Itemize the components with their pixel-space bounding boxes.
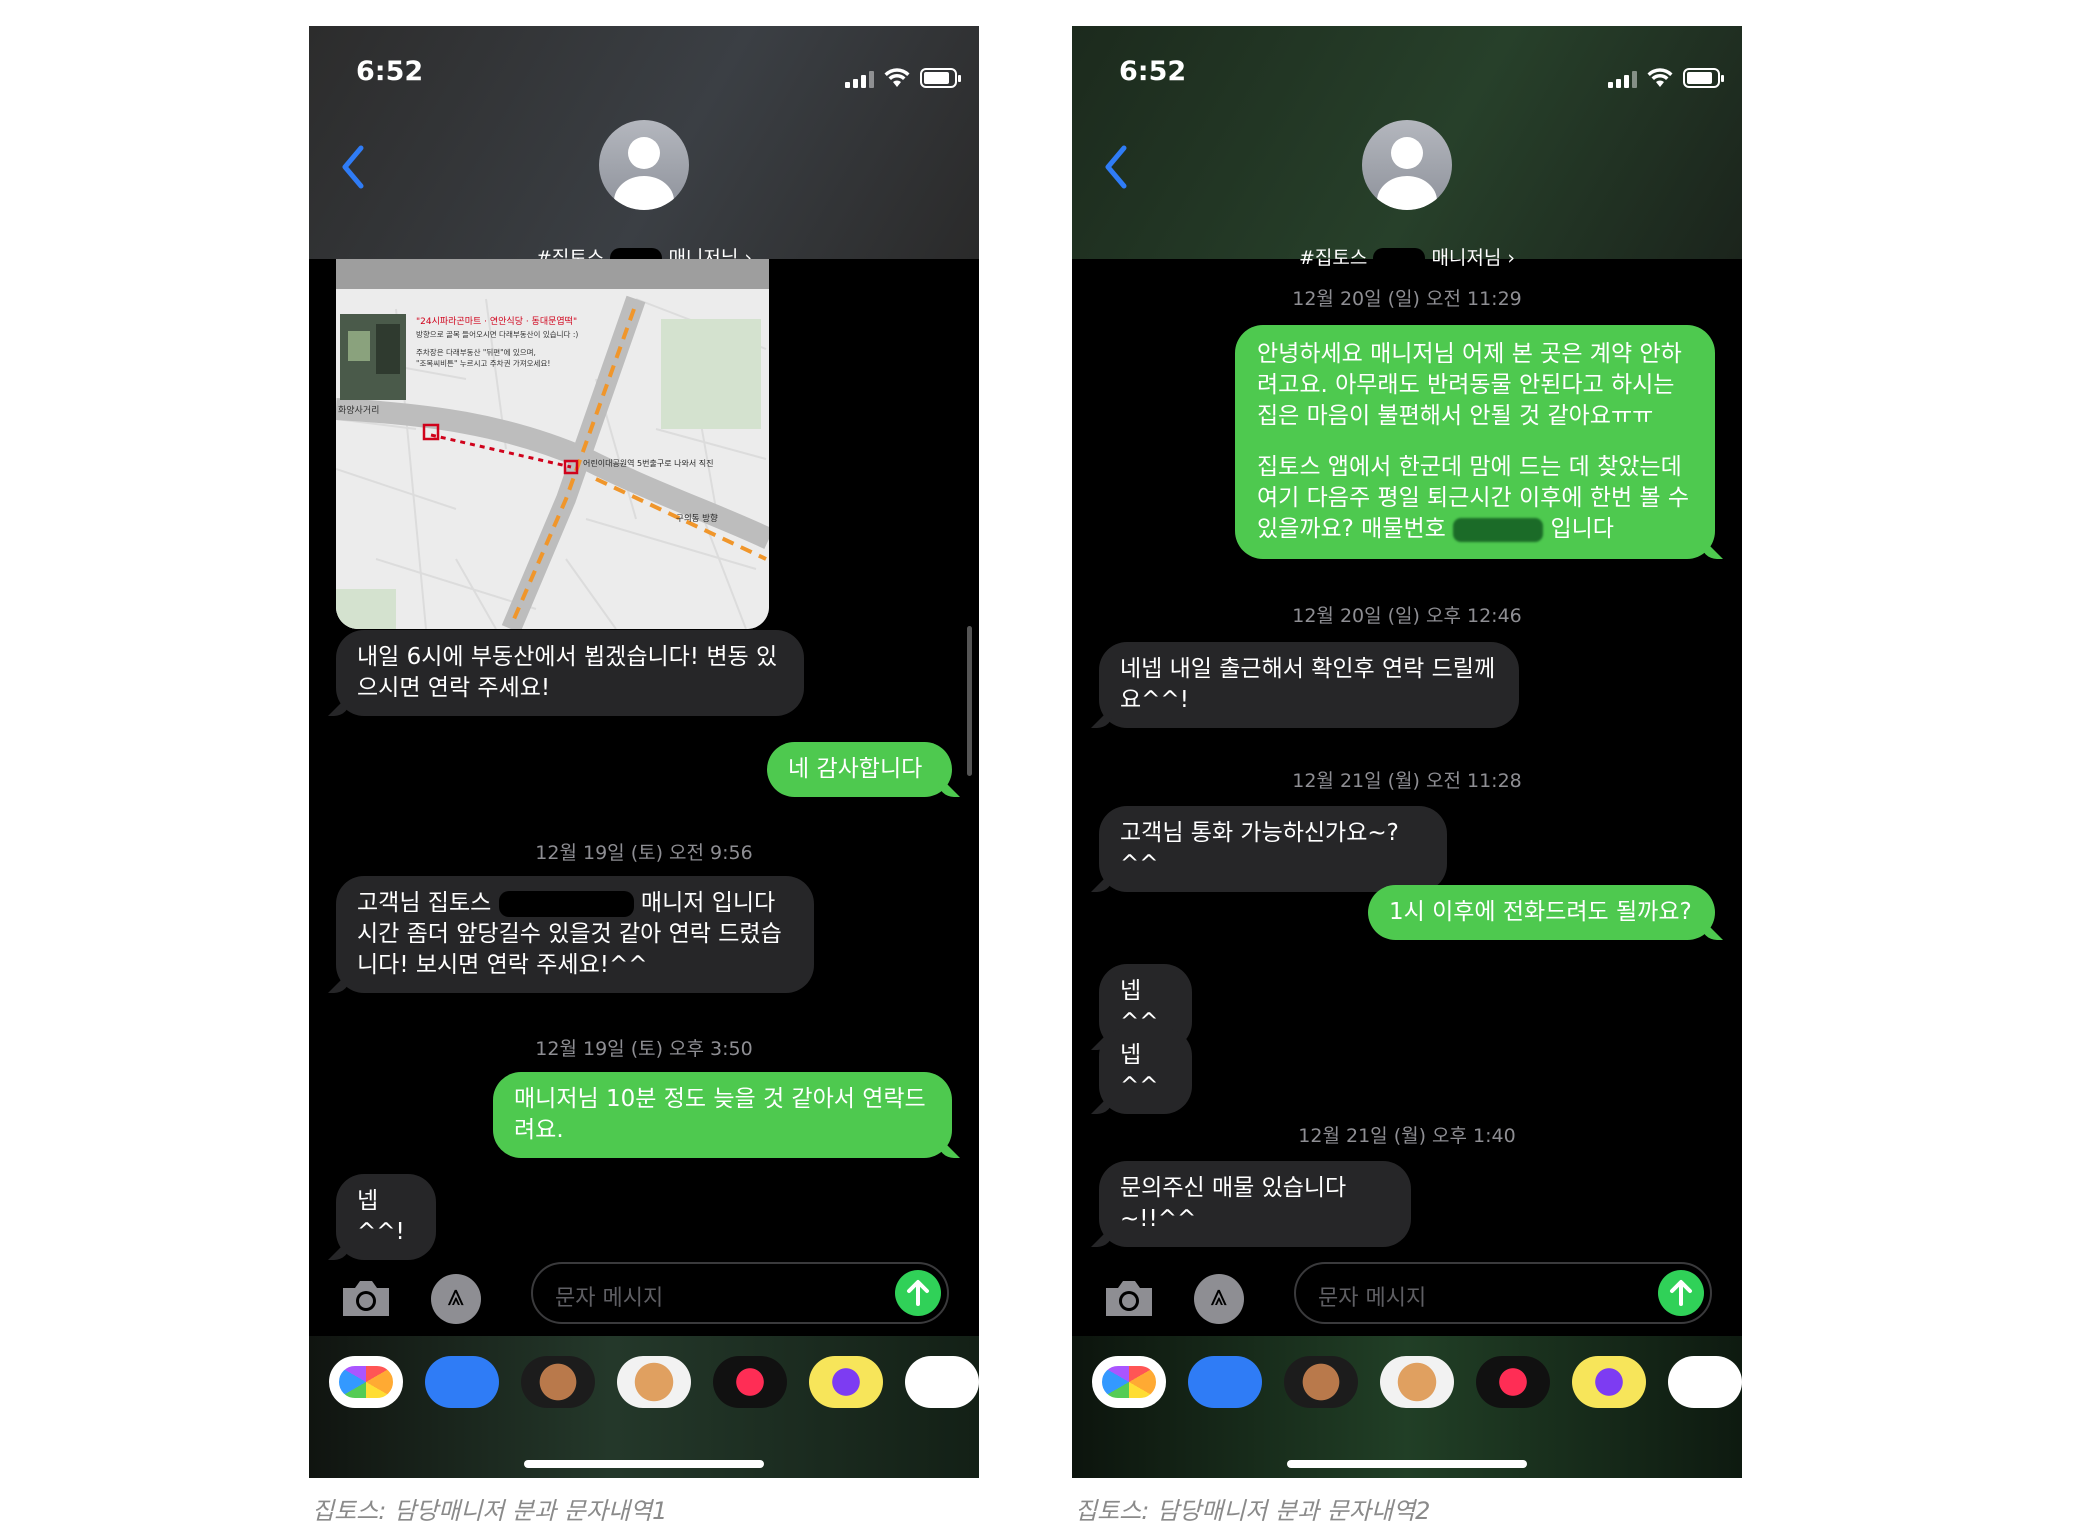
app-store-icon[interactable]: ⩓ bbox=[1194, 1274, 1244, 1324]
wifi-icon bbox=[1647, 68, 1673, 87]
map-label-parking2: "조목씨비튼" 누르시고 주차권 가져오세요! bbox=[416, 359, 550, 368]
redacted-name bbox=[498, 890, 634, 917]
memoji-stickers-icon[interactable] bbox=[617, 1356, 691, 1408]
scrollbar[interactable] bbox=[967, 626, 972, 776]
caption-1: 집토스: 담당매니저 분과 문자내역1 bbox=[312, 1497, 668, 1524]
map-label-store: "24시파라곤마트 · 연안식당 · 동대문엽떡" bbox=[416, 316, 577, 327]
message-text: 안녕하세요 매니저님 어제 본 곳은 계약 안하려고요. 아무래도 반려동물 안… bbox=[1257, 341, 1682, 429]
contact-name-suffix: 매니저님 › bbox=[1431, 247, 1516, 269]
map-image-attachment[interactable]: "24시파라곤마트 · 연안식당 · 동대문엽떡" 방향으로 골목 들어오시면 … bbox=[336, 259, 769, 629]
wifi-icon bbox=[884, 68, 910, 87]
send-arrow-icon[interactable] bbox=[1658, 1270, 1704, 1316]
timestamp: 12월 19일 (토) 오후 3:50 bbox=[535, 1038, 753, 1060]
outgoing-message[interactable]: 안녕하세요 매니저님 어제 본 곳은 계약 안하려고요. 아무래도 반려동물 안… bbox=[1235, 325, 1715, 559]
cellular-signal-icon bbox=[845, 70, 874, 88]
message-input[interactable]: 문자 메시지 bbox=[531, 1262, 949, 1324]
incoming-message[interactable]: 넵^^ bbox=[1099, 1028, 1192, 1114]
message-text: 입니다 bbox=[1550, 516, 1614, 542]
back-chevron-icon[interactable] bbox=[335, 142, 375, 192]
compose-bar: ⩓ 문자 메시지 bbox=[1072, 1254, 1742, 1330]
digital-touch-icon[interactable] bbox=[713, 1356, 787, 1408]
outgoing-message[interactable]: 네 감사합니다 bbox=[767, 742, 952, 797]
contact-avatar[interactable] bbox=[599, 120, 689, 210]
map-label-station-exit: 어린이대공원역 5번출구로 나와서 직진 bbox=[583, 458, 713, 468]
battery-icon bbox=[920, 68, 961, 88]
conversation-header: 6:52 #집토스 매니저님 › bbox=[1072, 26, 1742, 270]
outgoing-message[interactable]: 1시 이후에 전화드려도 될까요? bbox=[1368, 885, 1715, 940]
app-store-icon[interactable] bbox=[1188, 1356, 1262, 1408]
camera-icon[interactable] bbox=[1102, 1278, 1156, 1318]
map-label-direction: 구의동 방향 bbox=[676, 513, 718, 524]
timestamp: 12월 20일 (일) 오후 12:46 bbox=[1292, 605, 1522, 627]
outgoing-message[interactable]: 매니저님 10분 정도 늦을 것 같아서 연락드려요. bbox=[493, 1072, 952, 1158]
incoming-message[interactable]: 문의주신 매물 있습니다~!!^^ bbox=[1099, 1161, 1411, 1247]
status-icons bbox=[845, 64, 961, 88]
message-text: 시간 좀더 앞당길수 있을것 같아 연락 드렸습니다! 보시면 연락 주세요!^… bbox=[357, 921, 782, 978]
redacted-listing-number bbox=[1453, 517, 1544, 542]
redacted-name bbox=[1373, 247, 1426, 270]
digital-touch-icon[interactable] bbox=[1476, 1356, 1550, 1408]
timestamp: 12월 21일 (월) 오전 11:28 bbox=[1292, 770, 1522, 792]
battery-icon bbox=[1683, 68, 1724, 88]
send-arrow-icon[interactable] bbox=[895, 1270, 941, 1316]
map-label-parking1: 주차장은 다래부동산 "뒤편"에 있으며, bbox=[416, 347, 536, 357]
status-time: 6:52 bbox=[1119, 56, 1187, 87]
status-icons bbox=[1608, 64, 1724, 88]
camera-icon[interactable] bbox=[339, 1278, 393, 1318]
contact-name-prefix: #집토스 bbox=[1298, 247, 1368, 269]
home-indicator[interactable] bbox=[1287, 1460, 1527, 1468]
imessage-app-drawer bbox=[309, 1336, 979, 1478]
app-store-icon[interactable]: ⩓ bbox=[431, 1274, 481, 1324]
photos-icon[interactable] bbox=[1092, 1356, 1166, 1408]
phone-screen-1: 6:52 #집토스 매니저님 › "24시파라곤마트 · 연안식당 · 동대문엽… bbox=[309, 26, 979, 1478]
message-input-placeholder: 문자 메시지 bbox=[1318, 1286, 1427, 1311]
phone-screen-2: 6:52 #집토스 매니저님 › 12월 20일 (일) 오전 11:29 안녕… bbox=[1072, 26, 1742, 1478]
message-text: 고객님 집토스 bbox=[357, 890, 492, 916]
status-time: 6:52 bbox=[356, 56, 424, 87]
incoming-message[interactable]: 고객님 통화 가능하신가요~?^^ bbox=[1099, 806, 1447, 892]
timestamp: 12월 19일 (토) 오전 9:56 bbox=[535, 842, 753, 864]
contact-avatar[interactable] bbox=[1362, 120, 1452, 210]
back-chevron-icon[interactable] bbox=[1098, 142, 1138, 192]
timestamp: 12월 21일 (월) 오후 1:40 bbox=[1298, 1125, 1516, 1147]
contact-name[interactable]: #집토스 매니저님 › bbox=[1072, 243, 1742, 270]
incoming-message[interactable]: 고객님 집토스 매니저 입니다 시간 좀더 앞당길수 있을것 같아 연락 드렸습… bbox=[336, 876, 814, 993]
caption-2: 집토스: 담당매니저 분과 문자내역2 bbox=[1075, 1497, 1431, 1524]
message-input-placeholder: 문자 메시지 bbox=[555, 1286, 664, 1311]
app-store-icon[interactable] bbox=[425, 1356, 499, 1408]
incoming-message[interactable]: 내일 6시에 부동산에서 뵙겠습니다! 변동 있으시면 연락 주세요! bbox=[336, 630, 804, 716]
imessage-app-drawer bbox=[1072, 1336, 1742, 1478]
message-input[interactable]: 문자 메시지 bbox=[1294, 1262, 1712, 1324]
home-indicator[interactable] bbox=[524, 1460, 764, 1468]
photos-icon[interactable] bbox=[329, 1356, 403, 1408]
shopping-bag-icon[interactable] bbox=[905, 1356, 979, 1408]
cellular-signal-icon bbox=[1608, 70, 1637, 88]
shopping-bag-icon[interactable] bbox=[1668, 1356, 1742, 1408]
message-text: 매니저 입니다 bbox=[640, 890, 776, 916]
incoming-message[interactable]: 네넵 내일 출근해서 확인후 연락 드릴께요^^! bbox=[1099, 642, 1519, 728]
music-icon[interactable] bbox=[1572, 1356, 1646, 1408]
incoming-message[interactable]: 넵^^! bbox=[336, 1174, 436, 1260]
compose-bar: ⩓ 문자 메시지 bbox=[309, 1254, 979, 1330]
conversation-header: 6:52 #집토스 매니저님 › bbox=[309, 26, 979, 270]
memoji-stickers-icon[interactable] bbox=[1380, 1356, 1454, 1408]
map-label-line2: 방향으로 골목 들어오시면 다래부동산이 있습니다 :) bbox=[416, 329, 578, 339]
music-icon[interactable] bbox=[809, 1356, 883, 1408]
timestamp: 12월 20일 (일) 오전 11:29 bbox=[1292, 288, 1522, 310]
memoji-icon[interactable] bbox=[1284, 1356, 1358, 1408]
map-label-intersection: 화양사거리 bbox=[338, 405, 379, 416]
memoji-icon[interactable] bbox=[521, 1356, 595, 1408]
